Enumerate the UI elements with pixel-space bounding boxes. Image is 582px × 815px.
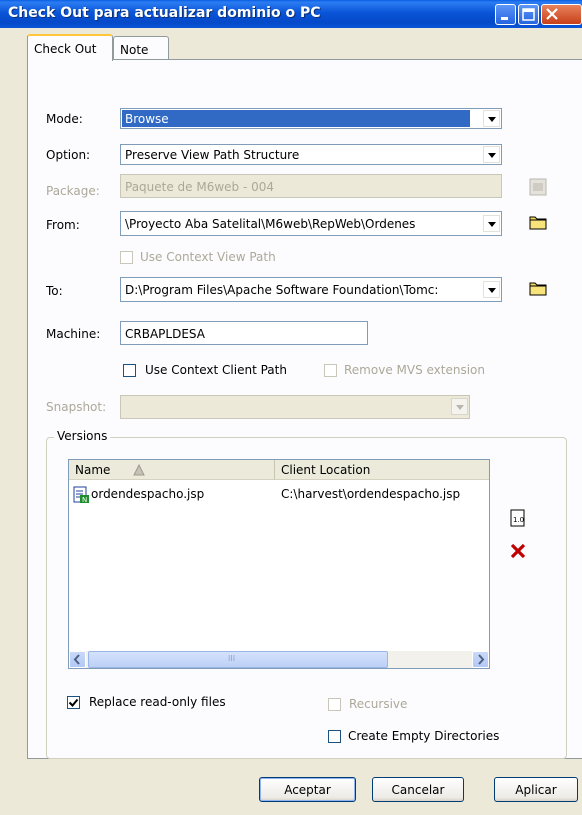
- use-context-view-path-label: Use Context View Path: [140, 250, 276, 264]
- machine-value: CRBAPLDESA: [125, 327, 205, 341]
- check-out-dialog: Check Out para actualizar dominio o PC C…: [0, 0, 582, 815]
- scroll-right-button[interactable]: [472, 651, 489, 668]
- delete-icon: [510, 543, 526, 559]
- title-bar[interactable]: Check Out para actualizar dominio o PC: [0, 0, 582, 28]
- cancel-button-label: Cancelar: [391, 783, 445, 797]
- document-version-icon: 1.0: [510, 509, 525, 527]
- use-context-client-path-checkbox[interactable]: [123, 364, 136, 377]
- maximize-button[interactable]: [518, 4, 539, 25]
- maximize-icon: [522, 8, 535, 21]
- tab-check-out[interactable]: Check Out: [27, 34, 113, 61]
- version-details-button[interactable]: 1.0: [508, 508, 528, 528]
- remove-version-button[interactable]: [508, 541, 528, 561]
- tab-check-out-label: Check Out: [34, 42, 97, 56]
- window-title: Check Out para actualizar dominio o PC: [8, 5, 321, 21]
- from-dropdown-button[interactable]: [483, 215, 500, 232]
- from-value: \Proyecto Aba Satelital\M6web\RepWeb\Ord…: [125, 217, 416, 231]
- remove-mvs-extension-checkbox: [324, 364, 337, 377]
- mode-dropdown-button[interactable]: [483, 110, 500, 127]
- chevron-down-icon: [488, 288, 496, 293]
- horizontal-scrollbar[interactable]: III: [69, 651, 489, 668]
- snapshot-label: Snapshot:: [46, 400, 107, 414]
- chevron-down-icon: [488, 222, 496, 227]
- apply-button[interactable]: Aplicar: [494, 777, 578, 802]
- from-label: From:: [46, 218, 80, 232]
- snapshot-select: [120, 395, 470, 419]
- chevron-right-icon: [478, 654, 485, 665]
- mode-value: Browse: [122, 110, 470, 127]
- chevron-down-icon: [456, 405, 464, 410]
- chevron-down-icon: [488, 117, 496, 122]
- scroll-thumb[interactable]: III: [88, 651, 388, 668]
- to-browse-button[interactable]: [528, 278, 548, 298]
- close-icon: [546, 8, 558, 20]
- scroll-left-button[interactable]: [69, 651, 86, 668]
- close-button[interactable]: [541, 4, 582, 25]
- name-column-header[interactable]: Name: [69, 460, 274, 480]
- version-client-location: C:\harvest\ordendespacho.jsp: [281, 487, 461, 501]
- table-row[interactable]: N ordendespacho.jsp C:\harvest\ordendesp…: [69, 486, 489, 506]
- name-column-label: Name: [75, 463, 111, 477]
- client-location-column-header[interactable]: Client Location: [274, 460, 489, 480]
- scroll-grip: III: [228, 654, 236, 663]
- machine-label: Machine:: [46, 327, 101, 341]
- option-dropdown-button[interactable]: [483, 146, 500, 163]
- to-value: D:\Program Files\Apache Software Foundat…: [125, 283, 439, 297]
- ok-button-label: Aceptar: [284, 783, 331, 797]
- svg-text:1.0: 1.0: [513, 516, 524, 524]
- mode-label: Mode:: [46, 112, 83, 126]
- to-dropdown-button[interactable]: [483, 281, 500, 298]
- create-empty-directories-label: Create Empty Directories: [348, 729, 500, 743]
- tab-note-label: Note: [120, 43, 149, 57]
- apply-button-label: Aplicar: [515, 783, 557, 797]
- option-select[interactable]: Preserve View Path Structure: [120, 144, 502, 165]
- from-select[interactable]: \Proyecto Aba Satelital\M6web\RepWeb\Ord…: [120, 211, 502, 236]
- cancel-button[interactable]: Cancelar: [372, 777, 464, 802]
- minimize-icon: [501, 17, 508, 20]
- minimize-button[interactable]: [495, 4, 516, 25]
- recursive-checkbox: [328, 698, 341, 711]
- from-browse-button[interactable]: [528, 212, 548, 232]
- svg-text:N: N: [82, 496, 87, 504]
- chevron-down-icon: [488, 153, 496, 158]
- checkmark-icon: [68, 698, 79, 707]
- remove-mvs-extension-label: Remove MVS extension: [344, 363, 486, 377]
- recursive-label: Recursive: [349, 697, 408, 711]
- option-value: Preserve View Path Structure: [125, 148, 300, 162]
- package-label: Package:: [46, 184, 100, 198]
- ok-button[interactable]: Aceptar: [259, 777, 356, 802]
- replace-read-only-checkbox[interactable]: [67, 696, 80, 709]
- versions-group-title: Versions: [54, 429, 111, 443]
- snapshot-dropdown-button: [451, 398, 468, 415]
- create-empty-directories-checkbox[interactable]: [328, 730, 341, 743]
- client-location-column-label: Client Location: [281, 463, 371, 477]
- chevron-left-icon: [73, 654, 80, 665]
- package-browse-button: [528, 177, 548, 197]
- package-value: Paquete de M6web - 004: [125, 180, 275, 194]
- use-context-view-path-checkbox: [120, 251, 133, 264]
- sort-icon: [133, 464, 145, 476]
- replace-read-only-label: Replace read-only files: [89, 695, 226, 709]
- jsp-file-icon: N: [73, 486, 89, 504]
- mode-select[interactable]: Browse: [120, 108, 502, 129]
- to-label: To:: [46, 284, 63, 298]
- use-context-client-path-label: Use Context Client Path: [145, 363, 287, 377]
- option-label: Option:: [46, 148, 91, 162]
- machine-input[interactable]: CRBAPLDESA: [120, 321, 368, 345]
- versions-list[interactable]: Name Client Location N ordendespacho.jsp…: [68, 459, 490, 669]
- version-name: ordendespacho.jsp: [91, 487, 205, 501]
- folder-icon: [529, 282, 547, 296]
- folder-icon: [529, 216, 547, 230]
- to-select[interactable]: D:\Program Files\Apache Software Foundat…: [120, 277, 502, 302]
- package-field: Paquete de M6web - 004: [120, 174, 502, 198]
- package-icon: [529, 178, 547, 196]
- tab-note[interactable]: Note: [113, 36, 169, 61]
